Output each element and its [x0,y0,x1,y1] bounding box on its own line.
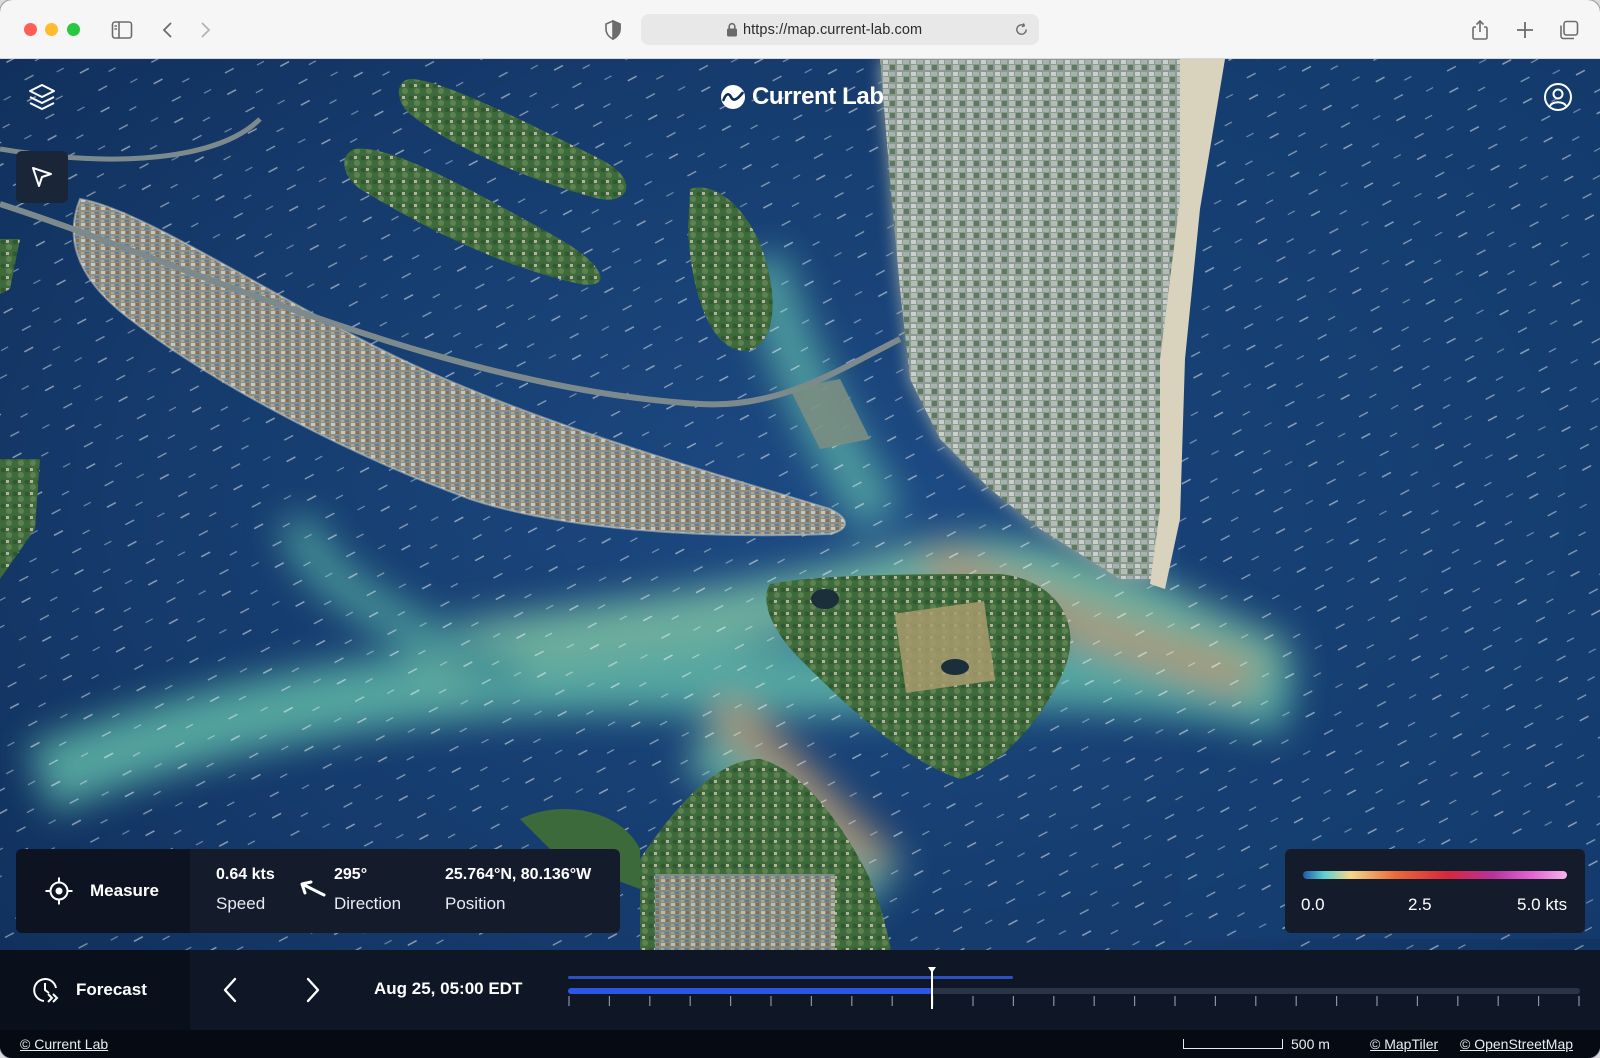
user-circle-icon [1544,83,1572,111]
sidebar-toggle-icon[interactable] [110,18,134,42]
forecast-label: Forecast [76,980,147,999]
current-lab-credit-link[interactable]: © Current Lab [20,1036,108,1052]
maptiler-credit-link[interactable]: © MapTiler [1370,1036,1438,1052]
position-label: Position [445,894,506,913]
legend-max-label: 5.0 kts [1517,895,1568,914]
select-tool-button[interactable] [16,151,68,203]
layers-icon [29,84,55,110]
direction-value: 295° [334,866,368,883]
browser-toolbar: https://map.current-lab.com [0,0,1600,59]
privacy-shield-icon[interactable] [601,18,625,42]
zoom-window-button[interactable] [67,23,80,36]
speed-legend: 0.0 2.5 5.0 kts [1285,849,1585,933]
position-readout: 25.764°N, 80.136°W Position [445,866,591,914]
current-lab-logo-icon [721,85,745,109]
speed-readout: 0.64 kts Speed [216,866,275,914]
lock-icon [725,22,739,37]
brand-name: Current Lab [752,83,884,110]
layers-button[interactable] [26,81,58,115]
browser-window: https://map.current-lab.com Current Lab … [0,0,1600,1058]
forecast-clock-icon [33,978,59,1003]
address-bar[interactable]: https://map.current-lab.com [641,14,1039,45]
account-button[interactable] [1542,81,1574,113]
legend-color-ramp [1303,871,1567,879]
scale-bar [1183,1039,1283,1049]
previous-step-button[interactable] [213,972,249,1008]
timeline-buffered-range [568,976,1014,979]
openstreetmap-credit-link[interactable]: © OpenStreetMap [1460,1036,1573,1052]
tab-overview-icon[interactable] [1557,18,1581,42]
minimize-window-button[interactable] [45,23,58,36]
timeline-progress [568,988,933,994]
scale-label: 500 m [1291,1036,1330,1052]
next-step-button[interactable] [294,972,330,1008]
share-icon[interactable] [1468,18,1492,42]
direction-arrow-icon [300,880,326,897]
crosshair-icon [45,877,73,905]
timeline-scrubber-handle[interactable] [928,967,937,1009]
direction-readout: 295° Direction [334,866,401,914]
timeline-ticks [568,996,1580,1006]
speed-value: 0.64 kts [216,866,275,883]
brand-logo: Current Lab [720,81,884,113]
current-map[interactable]: Current Lab Measure 0.64 kts Speed 295° … [0,59,1600,1058]
chevron-left-icon [223,977,237,1003]
measure-button[interactable]: Measure [16,849,190,933]
position-value: 25.764°N, 80.136°W [445,866,592,883]
measure-label: Measure [90,881,159,900]
url-text: https://map.current-lab.com [743,22,923,38]
close-window-button[interactable] [24,23,37,36]
forecast-button[interactable]: Forecast [0,950,190,1030]
legend-mid-label: 2.5 [1408,895,1432,914]
current-time-label: Aug 25, 05:00 EDT [374,979,523,998]
speed-label: Speed [216,894,266,913]
cursor-arrow-icon [32,167,52,187]
reload-icon[interactable] [1014,22,1029,37]
measure-panel: Measure 0.64 kts Speed 295° Direction 25… [16,849,620,933]
back-icon[interactable] [156,18,180,42]
forecast-timeline: Forecast Aug 25, 05:00 EDT [0,950,1600,1030]
forward-icon[interactable] [193,18,217,42]
new-tab-icon[interactable] [1513,18,1537,42]
chevron-right-icon [306,977,320,1003]
map-attribution: © Current Lab 500 m © MapTiler © OpenStr… [0,1030,1600,1058]
legend-min-label: 0.0 [1301,895,1325,914]
direction-label: Direction [334,894,402,913]
